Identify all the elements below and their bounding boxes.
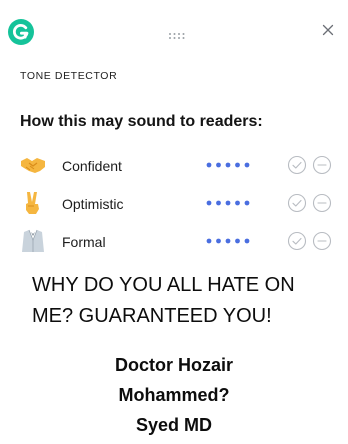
- handshake-emoji-icon: [20, 152, 46, 178]
- tuxedo-emoji-icon: [20, 228, 46, 254]
- tone-label: Formal: [62, 234, 106, 250]
- tone-row-confident: Confident: [20, 152, 338, 180]
- tone-intensity-dots: [206, 200, 250, 206]
- panel-title: How this may sound to readers:: [20, 113, 263, 130]
- tone-row-formal: Formal: [20, 228, 338, 256]
- caption-line: WHY DO YOU ALL HATE ON: [32, 274, 295, 296]
- signature-line: Doctor Hozair: [114, 355, 233, 375]
- caption-text: WHY DO YOU ALL HATE ON ME? GUARANTEED YO…: [32, 270, 332, 332]
- close-icon: [322, 24, 334, 36]
- section-label: TONE DETECTOR: [20, 70, 118, 82]
- victory-hand-emoji-icon: [20, 190, 46, 216]
- drag-handle-icon[interactable]: [168, 27, 186, 39]
- caption-line: ME? GUARANTEED YOU!: [32, 305, 272, 327]
- panel-header: [0, 0, 348, 60]
- agree-check-button[interactable]: [287, 155, 307, 175]
- grammarly-g-icon: [12, 23, 29, 40]
- tone-intensity-dots: [206, 238, 250, 244]
- tone-label: Confident: [62, 158, 122, 174]
- tone-label: Optimistic: [62, 196, 124, 212]
- signature-line: Mohammed?: [118, 385, 230, 405]
- signature-line: Syed MD: [135, 415, 213, 435]
- tone-intensity-dots: [206, 162, 250, 168]
- grammarly-logo[interactable]: [8, 19, 34, 45]
- disagree-minus-button[interactable]: [312, 155, 332, 175]
- disagree-minus-button[interactable]: [312, 231, 332, 251]
- disagree-minus-button[interactable]: [312, 193, 332, 213]
- tone-row-optimistic: Optimistic: [20, 190, 338, 218]
- tone-detector-panel: TONE DETECTOR How this may sound to read…: [0, 0, 348, 262]
- agree-check-button[interactable]: [287, 231, 307, 251]
- close-button[interactable]: [320, 22, 336, 38]
- signature-text: Doctor Hozair Mohammed? Syed MD: [0, 350, 348, 440]
- agree-check-button[interactable]: [287, 193, 307, 213]
